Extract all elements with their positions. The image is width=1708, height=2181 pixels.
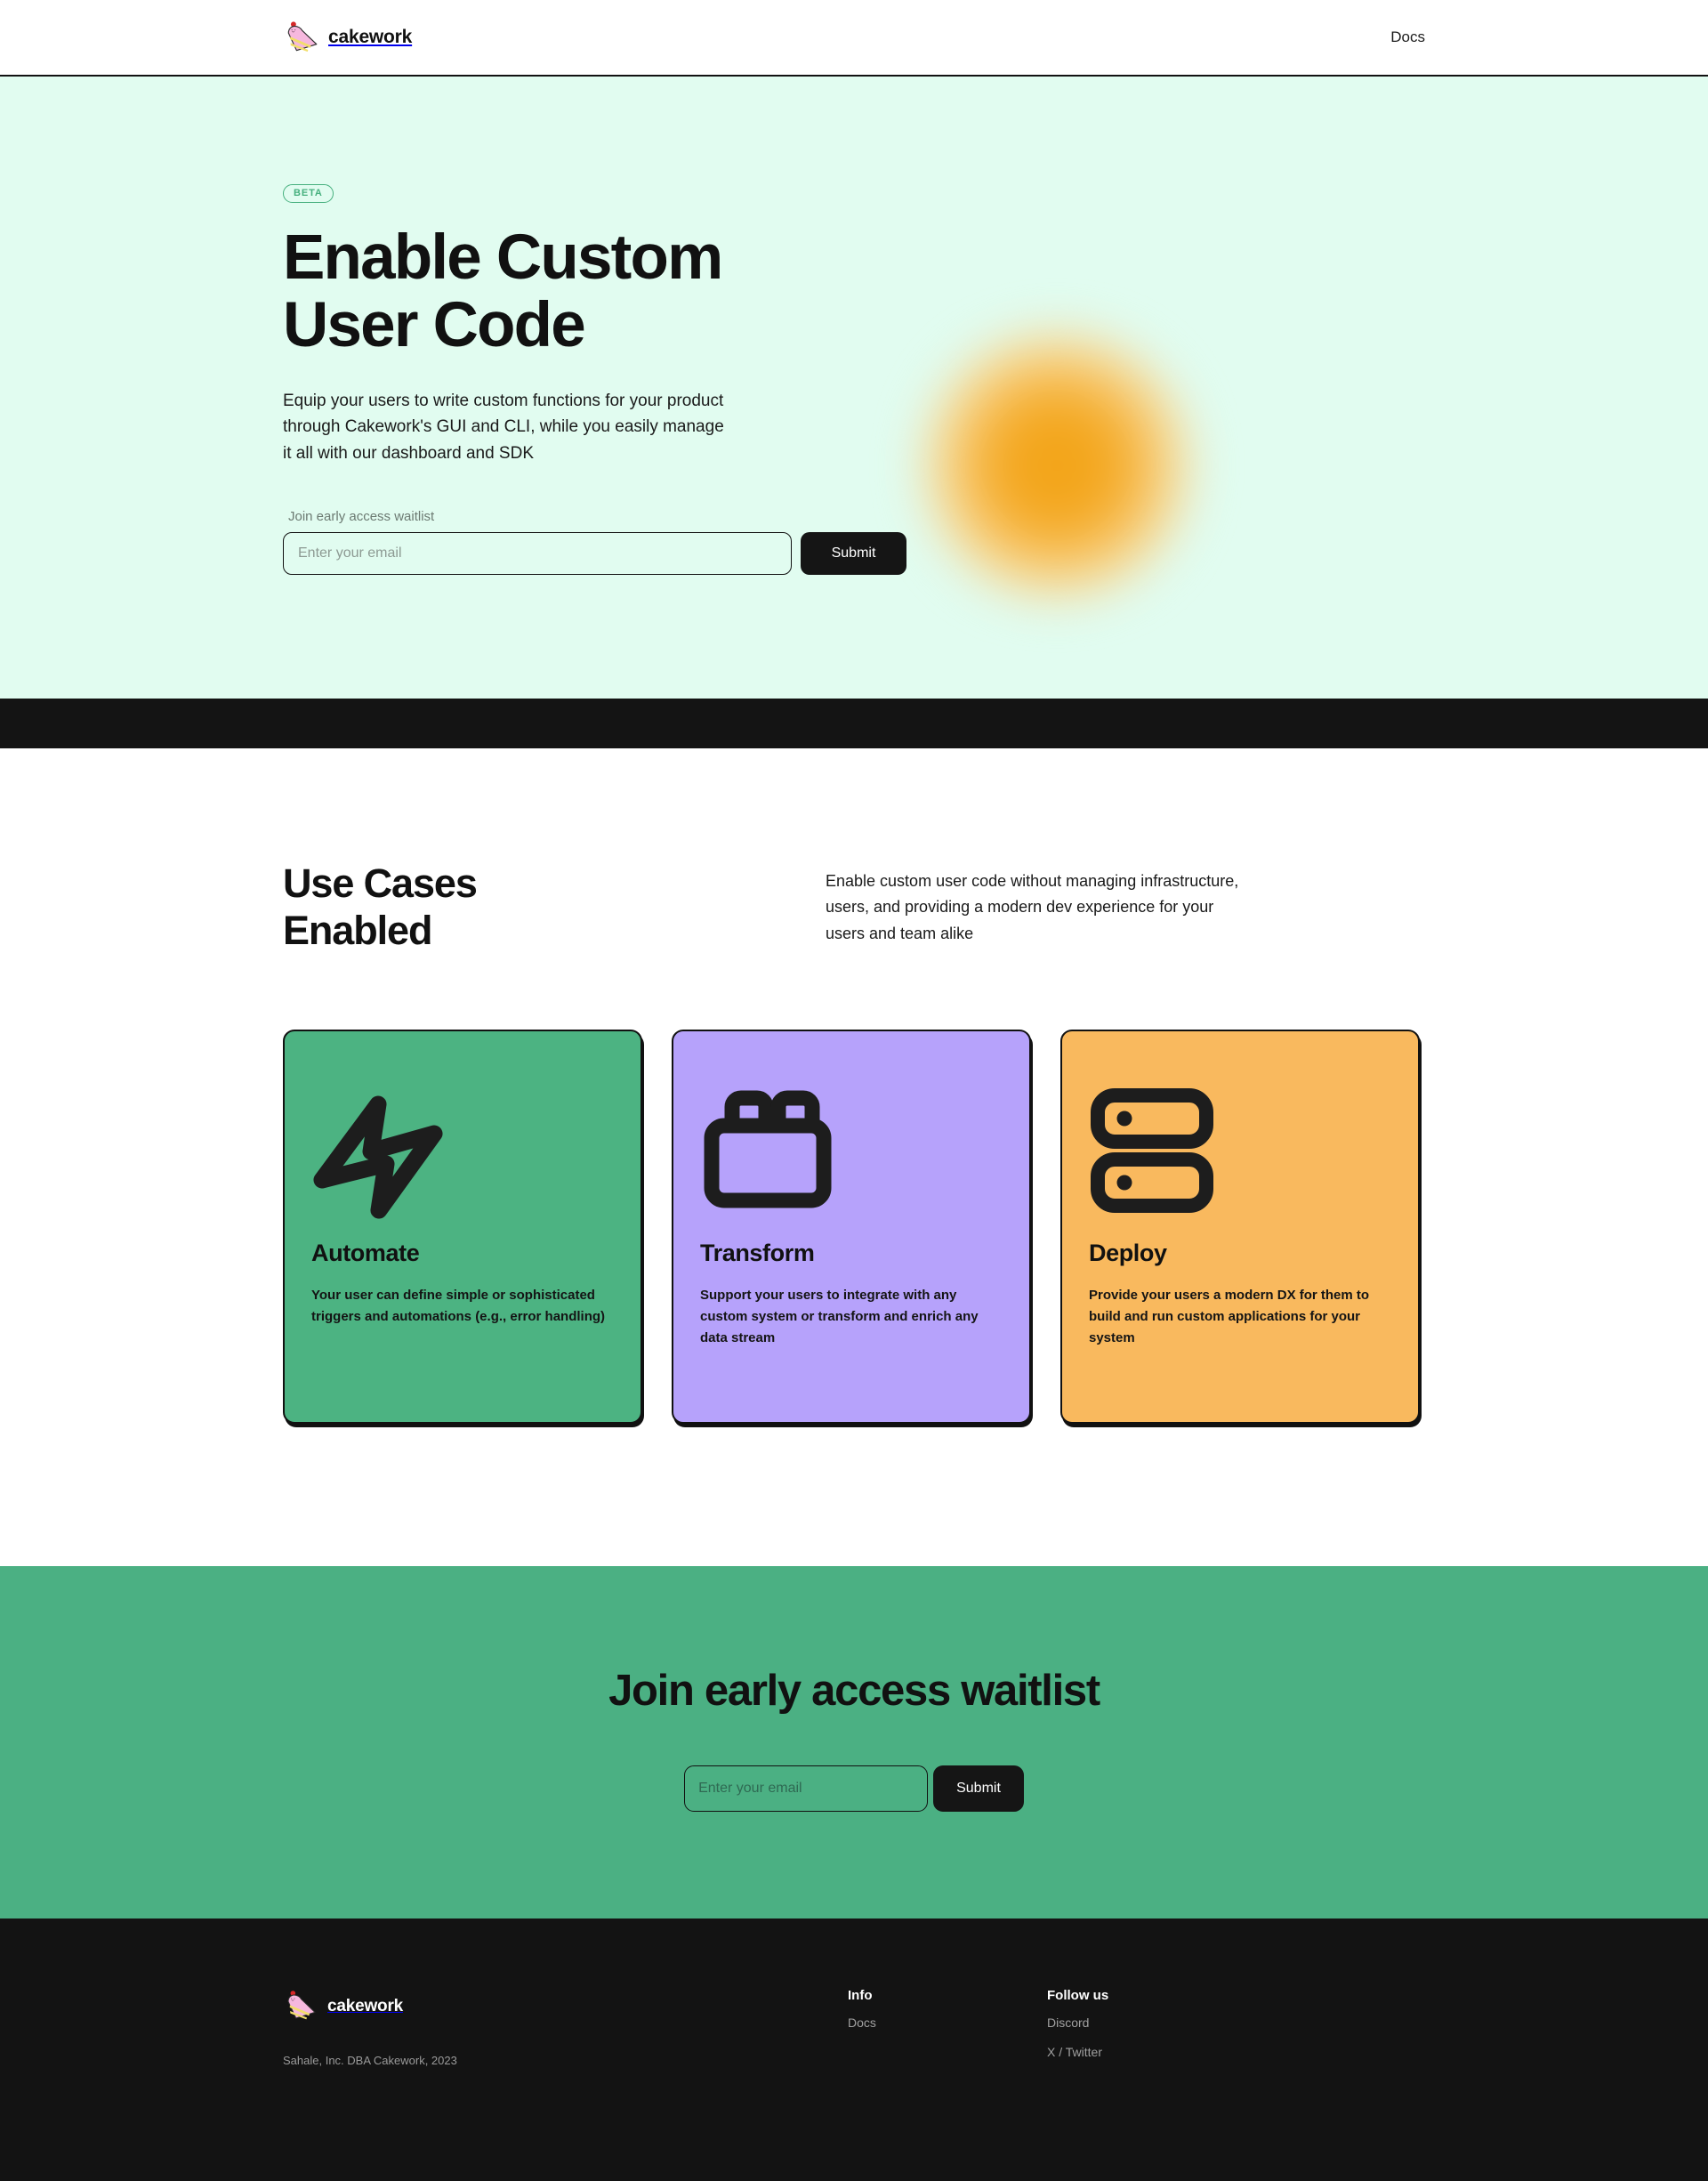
card-body: Your user can define simple or sophistic… <box>311 1288 606 1324</box>
hero-email-input[interactable] <box>283 532 792 576</box>
footer-brand-link[interactable]: cakework <box>283 1988 848 2025</box>
footer-column-follow-us: Follow us Discord X / Twitter <box>1047 1988 1246 2074</box>
cake-slice-icon <box>283 1988 320 2025</box>
card-title: Deploy <box>1089 1240 1167 1267</box>
footer-column-info: Info Docs <box>848 1988 1047 2074</box>
card-body: Support your users to integrate with any… <box>700 1288 979 1345</box>
cta-title: Join early access waitlist <box>608 1667 1100 1716</box>
server-rack-icon <box>1089 1065 1391 1234</box>
hero-title-line-1: Enable Custom <box>283 222 723 293</box>
footer-link-discord[interactable]: Discord <box>1047 2015 1246 2030</box>
cta-submit-button[interactable]: Submit <box>933 1765 1024 1813</box>
hero-subtitle: Equip your users to write custom functio… <box>283 391 724 463</box>
site-header: cakework Docs <box>0 0 1708 77</box>
brand-name: cakework <box>328 27 413 47</box>
footer-brand-name: cakework <box>327 1997 404 2016</box>
primary-nav: Docs <box>1390 28 1425 46</box>
footer-copyright: Sahale, Inc. DBA Cakework, 2023 <box>283 2054 457 2068</box>
cake-slice-icon <box>283 19 320 56</box>
use-case-card-deploy[interactable]: Deploy Provide your users a modern DX fo… <box>1060 1030 1420 1425</box>
hero-waitlist-form: Join early access waitlist Submit <box>283 509 1708 576</box>
divider-band <box>0 699 1708 748</box>
footer-column-title: Follow us <box>1047 1988 1109 2004</box>
landing-page: cakework Docs BETA Enable Custom User Co… <box>0 0 1708 2181</box>
page-title: Enable Custom User Code <box>283 224 870 359</box>
card-title: Transform <box>700 1240 815 1267</box>
use-case-card-transform[interactable]: Transform Support your users to integrat… <box>672 1030 1031 1425</box>
lego-brick-icon <box>700 1065 1003 1234</box>
use-cases-title-line-1: Use Cases <box>283 860 478 906</box>
site-footer: cakework Sahale, Inc. DBA Cakework, 2023… <box>0 1918 1708 2181</box>
use-case-card-automate[interactable]: Automate Your user can define simple or … <box>283 1030 642 1425</box>
cta-section: Join early access waitlist Submit <box>0 1566 1708 1919</box>
use-cases-description: Enable custom user code without managing… <box>826 872 1239 942</box>
brand-logo-link[interactable]: cakework <box>283 19 412 56</box>
hero-submit-button[interactable]: Submit <box>801 532 906 576</box>
hero-form-label: Join early access waitlist <box>288 509 435 525</box>
nav-link-docs[interactable]: Docs <box>1390 28 1425 46</box>
cta-waitlist-form: Submit <box>0 1765 1708 1813</box>
use-case-cards: Automate Your user can define simple or … <box>283 1030 1425 1425</box>
status-badge: BETA <box>283 184 334 203</box>
footer-link-docs[interactable]: Docs <box>848 2015 1047 2030</box>
card-title: Automate <box>311 1240 420 1267</box>
footer-link-twitter[interactable]: X / Twitter <box>1047 2045 1246 2059</box>
use-cases-title: Use Cases Enabled <box>283 860 826 954</box>
use-cases-title-line-2: Enabled <box>283 907 432 953</box>
use-cases-section: Use Cases Enabled Enable custom user cod… <box>0 748 1708 1567</box>
card-body: Provide your users a modern DX for them … <box>1089 1288 1370 1345</box>
footer-column-title: Info <box>848 1988 873 2004</box>
hero-section: BETA Enable Custom User Code Equip your … <box>0 77 1708 699</box>
lightning-bolt-icon <box>311 1065 614 1234</box>
hero-title-line-2: User Code <box>283 289 586 360</box>
cta-email-input[interactable] <box>684 1765 929 1813</box>
